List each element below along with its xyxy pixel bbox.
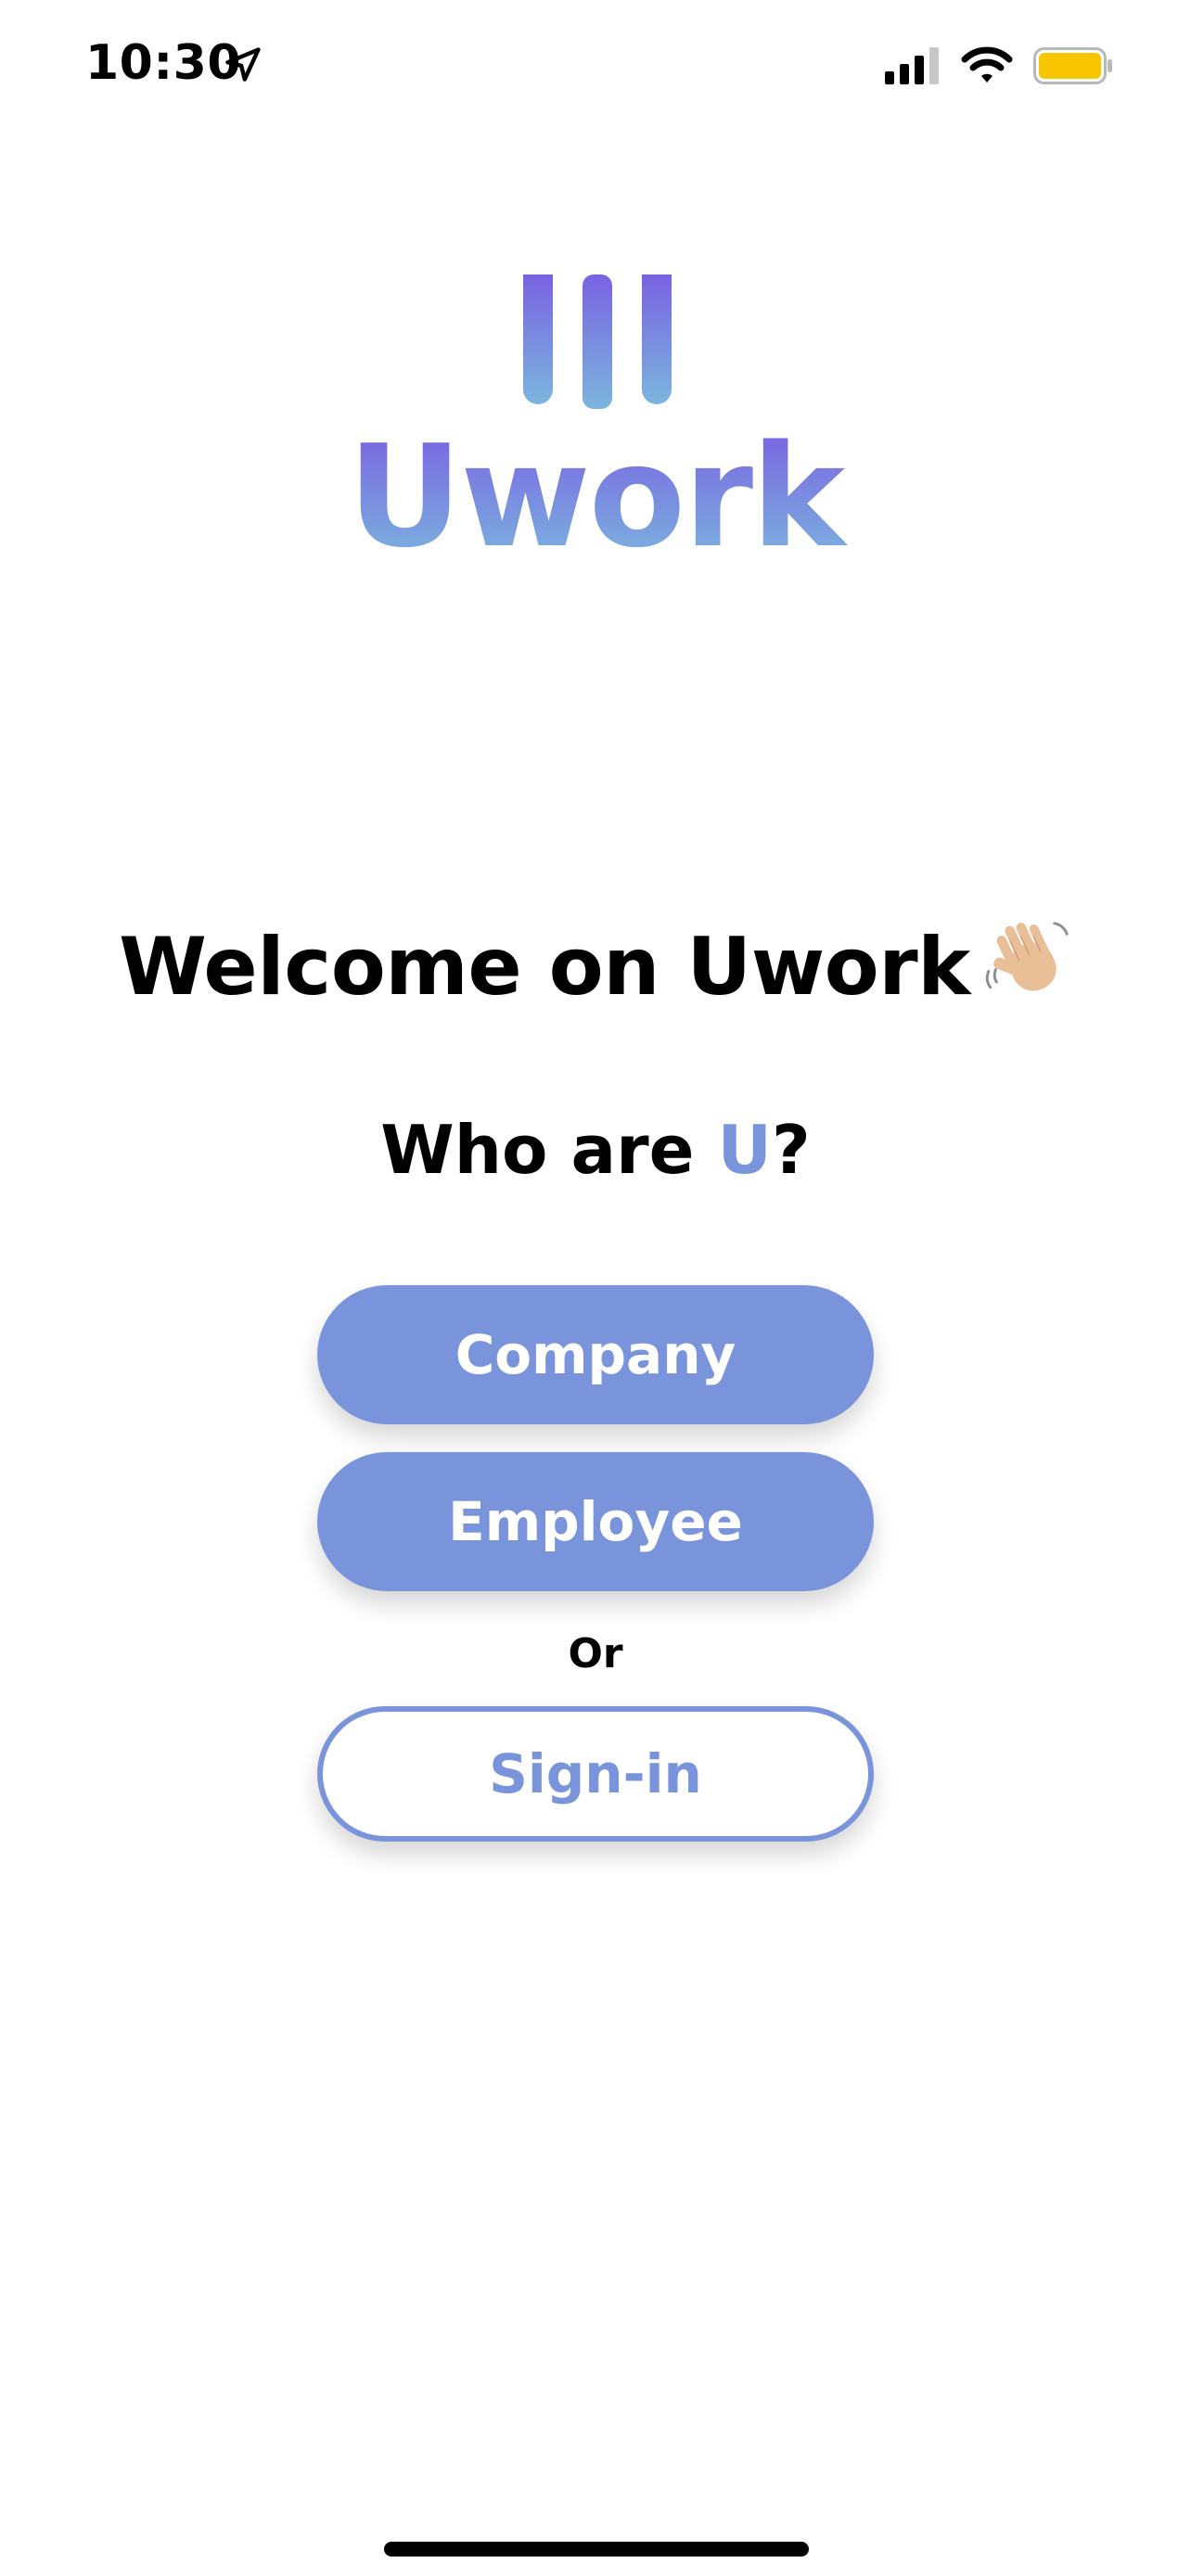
brand-name: Uwork <box>0 427 1191 567</box>
location-arrow-icon <box>225 47 261 82</box>
question-suffix: ? <box>771 1111 811 1189</box>
home-indicator[interactable] <box>384 2542 809 2557</box>
uwork-logo-icon <box>523 274 672 409</box>
status-bar: 10:30 <box>0 0 1191 139</box>
status-time: 10:30 <box>85 35 242 91</box>
cellular-signal-icon <box>885 47 939 84</box>
wifi-icon <box>961 46 1013 83</box>
who-are-you-heading: Who are U? <box>0 1116 1191 1183</box>
company-button[interactable]: Company <box>317 1285 874 1424</box>
question-accent: U <box>717 1111 772 1189</box>
battery-icon <box>1033 47 1112 84</box>
waving-hand-icon <box>985 922 1069 991</box>
welcome-title: Welcome on Uwork <box>119 921 970 1014</box>
or-separator: Or <box>568 1630 623 1677</box>
employee-button[interactable]: Employee <box>317 1452 874 1591</box>
question-prefix: Who are <box>380 1111 718 1189</box>
sign-in-button[interactable]: Sign-in <box>317 1706 874 1842</box>
welcome-heading: Welcome on Uwork <box>0 916 1191 1007</box>
status-icons <box>885 43 1113 89</box>
